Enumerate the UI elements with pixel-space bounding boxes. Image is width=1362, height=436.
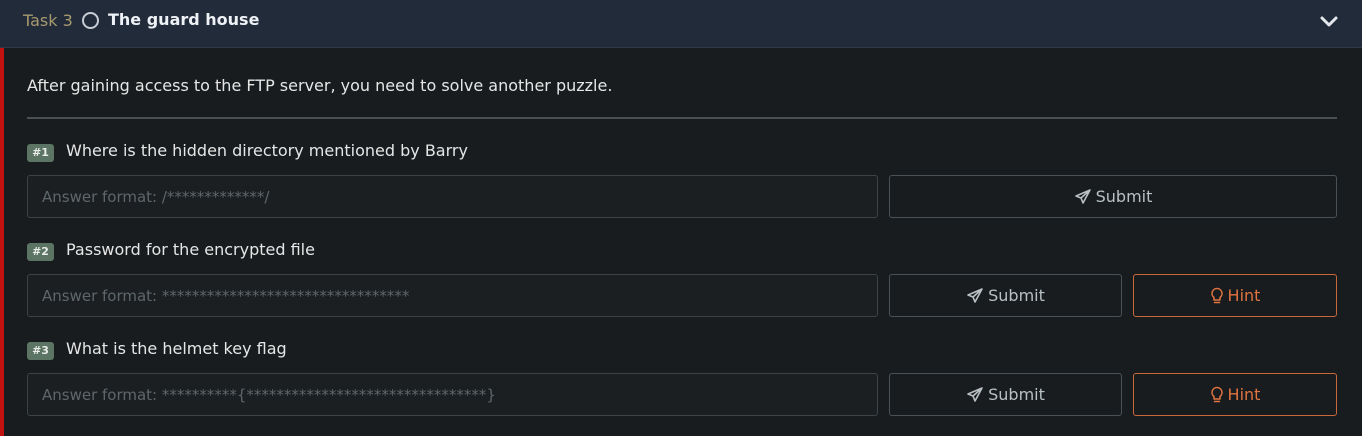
paper-plane-icon	[1074, 188, 1091, 204]
answer-input[interactable]	[27, 274, 878, 317]
task-accent-bar	[0, 48, 4, 436]
submit-button[interactable]: Submit	[889, 373, 1122, 416]
question-text: Where is the hidden directory mentioned …	[66, 141, 468, 160]
submit-button[interactable]: Submit	[889, 274, 1122, 317]
task-header[interactable]: Task 3 The guard house	[0, 0, 1362, 48]
submit-label: Submit	[1095, 187, 1153, 206]
task-intro: After gaining access to the FTP server, …	[27, 76, 613, 95]
paper-plane-icon	[967, 287, 983, 303]
question-text: Password for the encrypted file	[66, 240, 315, 259]
answer-input[interactable]	[27, 373, 878, 416]
task-title: The guard house	[108, 10, 260, 29]
lightbulb-icon	[1210, 386, 1223, 402]
answer-input[interactable]	[27, 175, 878, 218]
submit-label: Submit	[988, 286, 1045, 305]
hint-label: Hint	[1227, 385, 1261, 404]
lightbulb-icon	[1210, 287, 1223, 303]
hint-button[interactable]: Hint	[1133, 274, 1337, 317]
question-number-badge: #1	[27, 144, 54, 162]
question-number-badge: #3	[27, 342, 54, 360]
paper-plane-icon	[967, 386, 983, 402]
question-text: What is the helmet key flag	[66, 339, 287, 358]
hint-button[interactable]: Hint	[1133, 373, 1337, 416]
circle-icon	[82, 12, 99, 29]
submit-button[interactable]: Submit	[889, 175, 1337, 218]
task-number-label: Task 3	[23, 11, 73, 30]
submit-label: Submit	[988, 385, 1045, 404]
hint-label: Hint	[1227, 286, 1261, 305]
divider	[27, 117, 1337, 119]
question-number-badge: #2	[27, 243, 54, 261]
chevron-down-icon[interactable]	[1318, 10, 1340, 32]
